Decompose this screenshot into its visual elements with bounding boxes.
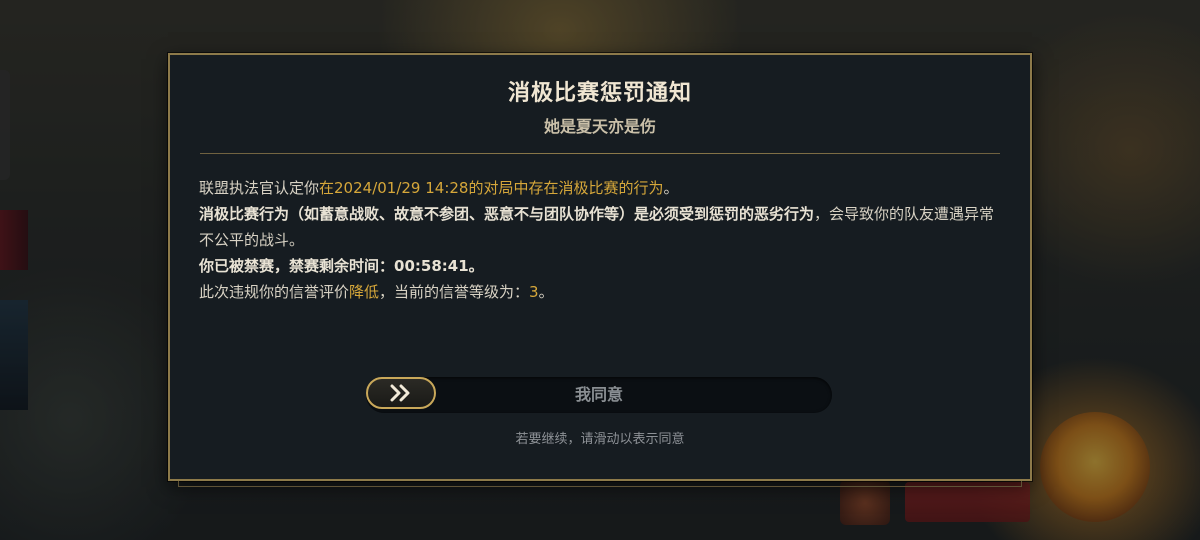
slide-hint: 若要继续，请滑动以表示同意 (515, 432, 685, 447)
credit-suffix: 。 (538, 283, 554, 301)
double-chevron-right-icon (388, 384, 414, 402)
behavior-explanation: 消极比赛行为（如蓄意战败、故意不参团、恶意不与团队协作等）是必须受到惩罚的恶劣行… (199, 201, 1000, 253)
credit-prefix: 此次违规你的信誉评价 (199, 283, 350, 301)
credit-line: 此次违规你的信誉评价降低，当前的信誉等级为：3。 (199, 279, 1000, 305)
ban-remaining-time: 00:58:41 (394, 257, 469, 275)
offense-detail: 在2024/01/29 14:28的对局中存在消极比赛的行为 (319, 179, 664, 197)
notice-body: 联盟执法官认定你在2024/01/29 14:28的对局中存在消极比赛的行为。 … (199, 175, 1000, 305)
offense-suffix: 。 (663, 179, 679, 197)
ban-suffix: 。 (468, 257, 484, 275)
credit-middle: ，当前的信誉等级为： (379, 283, 530, 301)
agree-slider-label: 我同意 (574, 385, 623, 404)
offense-prefix: 联盟执法官认定你 (199, 179, 320, 197)
player-name: 她是夏天亦是伤 (543, 117, 656, 136)
ban-line: 你已被禁赛，禁赛剩余时间：00:58:41。 (199, 253, 1000, 279)
penalty-notice-dialog: 消极比赛惩罚通知 她是夏天亦是伤 联盟执法官认定你在2024/01/29 14:… (168, 53, 1032, 481)
credit-level: 3 (529, 283, 539, 301)
agree-slider-handle[interactable] (366, 377, 436, 409)
title-divider (200, 153, 1000, 154)
offense-line: 联盟执法官认定你在2024/01/29 14:28的对局中存在消极比赛的行为。 (199, 175, 1000, 201)
credit-change: 降低 (349, 283, 380, 301)
behavior-definition: 消极比赛行为（如蓄意战败、故意不参团、恶意不与团队协作等）是必须受到惩罚的恶劣行… (199, 205, 815, 223)
dialog-title: 消极比赛惩罚通知 (507, 81, 692, 106)
dialog-bottom-trim (178, 481, 1022, 487)
ban-label: 你已被禁赛，禁赛剩余时间： (199, 257, 395, 275)
agree-slider[interactable]: 我同意 (366, 377, 832, 413)
